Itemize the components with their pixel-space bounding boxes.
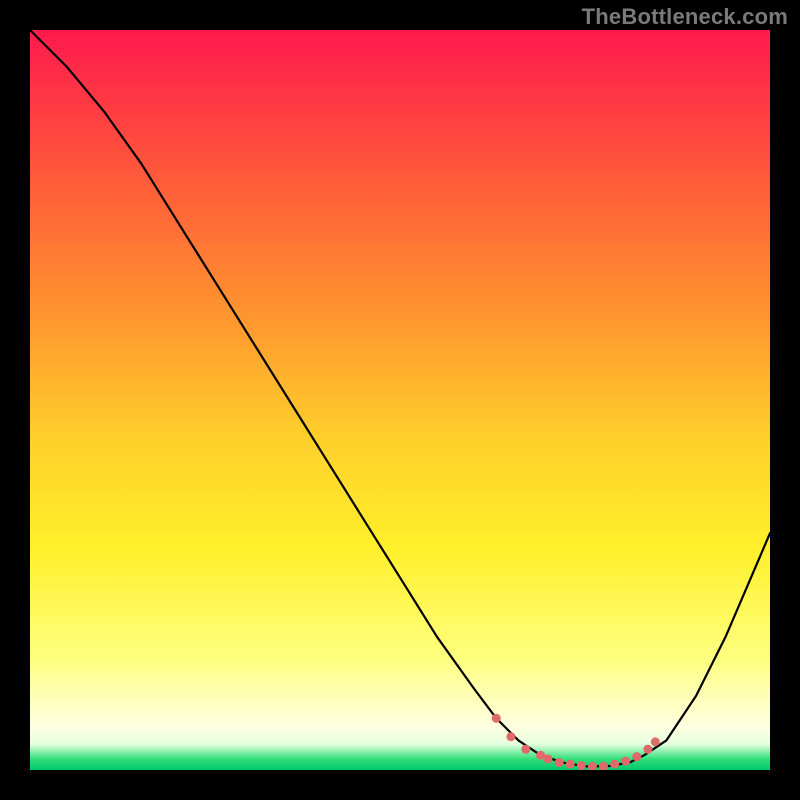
plot-area <box>30 30 770 770</box>
watermark-text: TheBottleneck.com <box>582 4 788 30</box>
highlight-dot <box>610 760 619 769</box>
highlight-dot <box>544 754 553 763</box>
highlight-dot <box>492 714 501 723</box>
highlight-dot <box>577 761 586 770</box>
highlight-dot <box>643 745 652 754</box>
highlight-dot <box>632 752 641 761</box>
highlight-dot <box>621 757 630 766</box>
highlight-dot <box>555 758 564 767</box>
highlight-dot <box>566 760 575 769</box>
gradient-background <box>30 30 770 770</box>
chart-frame: TheBottleneck.com <box>0 0 800 800</box>
highlight-dot <box>521 745 530 754</box>
highlight-dot <box>651 737 660 746</box>
chart-svg <box>30 30 770 770</box>
highlight-dot <box>507 732 516 741</box>
